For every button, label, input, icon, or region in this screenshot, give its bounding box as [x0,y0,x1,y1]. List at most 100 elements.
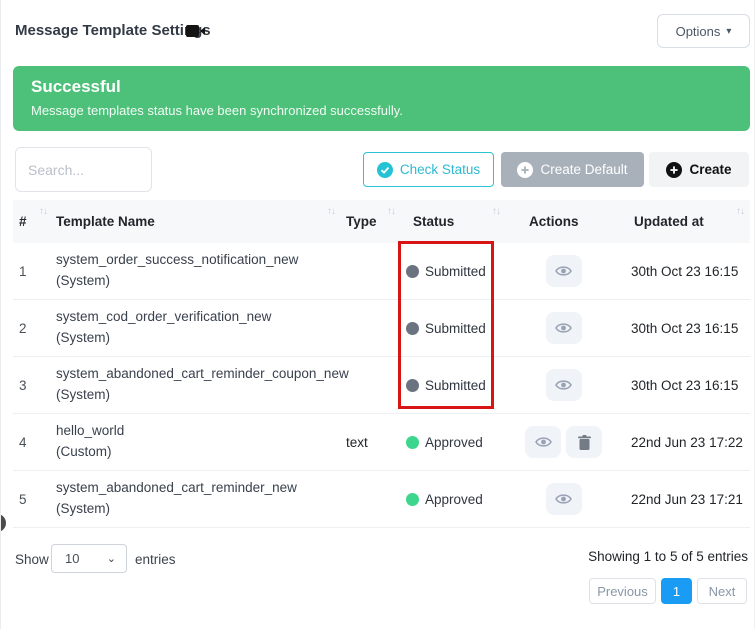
search-input[interactable] [15,147,152,192]
status-dot [406,379,419,392]
template-name-cell: system_order_success_notification_new (S… [53,243,341,299]
sort-icon[interactable]: ↑↓ [39,206,47,217]
view-button[interactable] [546,312,582,344]
create-default-button[interactable]: Create Default [501,152,644,187]
next-page-button[interactable]: Next [697,578,747,604]
page-1-button[interactable]: 1 [661,578,692,604]
row-number: 5 [13,471,53,527]
table-body: 1 system_order_success_notification_new … [13,243,750,528]
page-size-select[interactable]: 10 ⌄ [51,544,127,573]
table-row: 3 system_abandoned_cart_reminder_coupon_… [13,357,750,414]
updated-at: 22nd Jun 23 17:22 [621,414,750,470]
create-label: Create [689,162,731,177]
previous-page-button[interactable]: Previous [589,578,656,604]
sort-icon[interactable]: ↑↓ [736,206,744,217]
view-button[interactable] [546,483,582,515]
template-name-cell: hello_world (Custom) [53,414,341,470]
sort-icon[interactable]: ↑↓ [387,206,395,217]
updated-at: 30th Oct 23 16:15 [621,357,750,413]
eye-icon [535,436,552,448]
type-cell [341,243,401,299]
plus-circle-icon [666,162,682,178]
entries-label: entries [135,552,176,567]
plus-circle-icon [517,162,533,178]
status-label: Approved [425,435,483,450]
check-circle-icon [377,162,393,178]
table-row: 4 hello_world (Custom) text Approved [13,414,750,471]
table-header: # ↑↓ Template Name ↑↓ Type ↑↓ Status ↑↓ … [13,200,750,243]
options-button[interactable]: Options ▾ [657,14,750,48]
eye-icon [555,379,572,391]
page-title: Message Template Settings [15,22,211,39]
status-dot [406,322,419,335]
actions-cell [506,300,621,356]
status-cell: Approved [401,414,506,470]
chevron-down-icon: ▾ [726,26,731,37]
alert-message: Message templates status have been synch… [31,103,732,118]
template-name-cell: system_abandoned_cart_reminder_new (Syst… [53,471,341,527]
type-cell: text [341,414,401,470]
column-header-actions: Actions [506,200,621,243]
type-cell [341,357,401,413]
type-cell [341,471,401,527]
template-origin: (System) [56,271,110,292]
column-header-type[interactable]: Type ↑↓ [341,200,401,243]
template-name: system_abandoned_cart_reminder_coupon_ne… [56,364,349,385]
check-status-button[interactable]: Check Status [363,152,494,187]
table-row: 2 system_cod_order_verification_new (Sys… [13,300,750,357]
column-header-status[interactable]: Status ↑↓ [401,200,506,243]
column-header-number[interactable]: # ↑↓ [13,200,53,243]
row-number: 2 [13,300,53,356]
show-label: Show [15,552,49,567]
status-cell: Submitted [401,300,506,356]
row-number: 3 [13,357,53,413]
template-name: system_cod_order_verification_new [56,307,271,328]
actions-cell [506,471,621,527]
status-cell: Submitted [401,243,506,299]
sort-icon[interactable]: ↑↓ [492,206,500,217]
status-dot [406,436,419,449]
delete-button[interactable] [566,426,602,458]
message-template-settings-page: Message Template Settings Options ▾ Succ… [0,0,755,629]
status-cell: Submitted [401,357,506,413]
template-origin: (System) [56,385,110,406]
template-origin: (Custom) [56,442,112,463]
template-name-cell: system_cod_order_verification_new (Syste… [53,300,341,356]
eye-icon [555,493,572,505]
column-header-template-name[interactable]: Template Name ↑↓ [53,200,341,243]
template-origin: (System) [56,328,110,349]
status-label: Submitted [425,264,486,279]
updated-at: 30th Oct 23 16:15 [621,243,750,299]
status-label: Submitted [425,321,486,336]
column-header-updated-at[interactable]: Updated at ↑↓ [621,200,750,243]
success-alert: Successful Message templates status have… [13,66,750,131]
page-size-value: 10 [65,551,79,566]
template-name: system_abandoned_cart_reminder_new [56,478,297,499]
status-dot [406,493,419,506]
row-number: 1 [13,243,53,299]
template-name-cell: system_abandoned_cart_reminder_coupon_ne… [53,357,341,413]
view-button[interactable] [525,426,561,458]
entries-summary: Showing 1 to 5 of 5 entries [588,549,748,564]
actions-cell [506,414,621,470]
view-button[interactable] [546,369,582,401]
status-cell: Approved [401,471,506,527]
view-button[interactable] [546,255,582,287]
alert-title: Successful [31,77,732,97]
table-row: 1 system_order_success_notification_new … [13,243,750,300]
type-cell [341,300,401,356]
trash-icon [578,435,591,450]
sort-icon[interactable]: ↑↓ [327,206,335,217]
table-row: 5 system_abandoned_cart_reminder_new (Sy… [13,471,750,528]
status-label: Submitted [425,378,486,393]
template-origin: (System) [56,499,110,520]
actions-cell [506,357,621,413]
status-dot [406,265,419,278]
status-label: Approved [425,492,483,507]
template-name: system_order_success_notification_new [56,250,298,271]
video-camera-icon [186,24,206,38]
create-button[interactable]: Create [649,152,749,187]
updated-at: 30th Oct 23 16:15 [621,300,750,356]
create-default-label: Create Default [540,162,627,177]
eye-icon [555,265,572,277]
